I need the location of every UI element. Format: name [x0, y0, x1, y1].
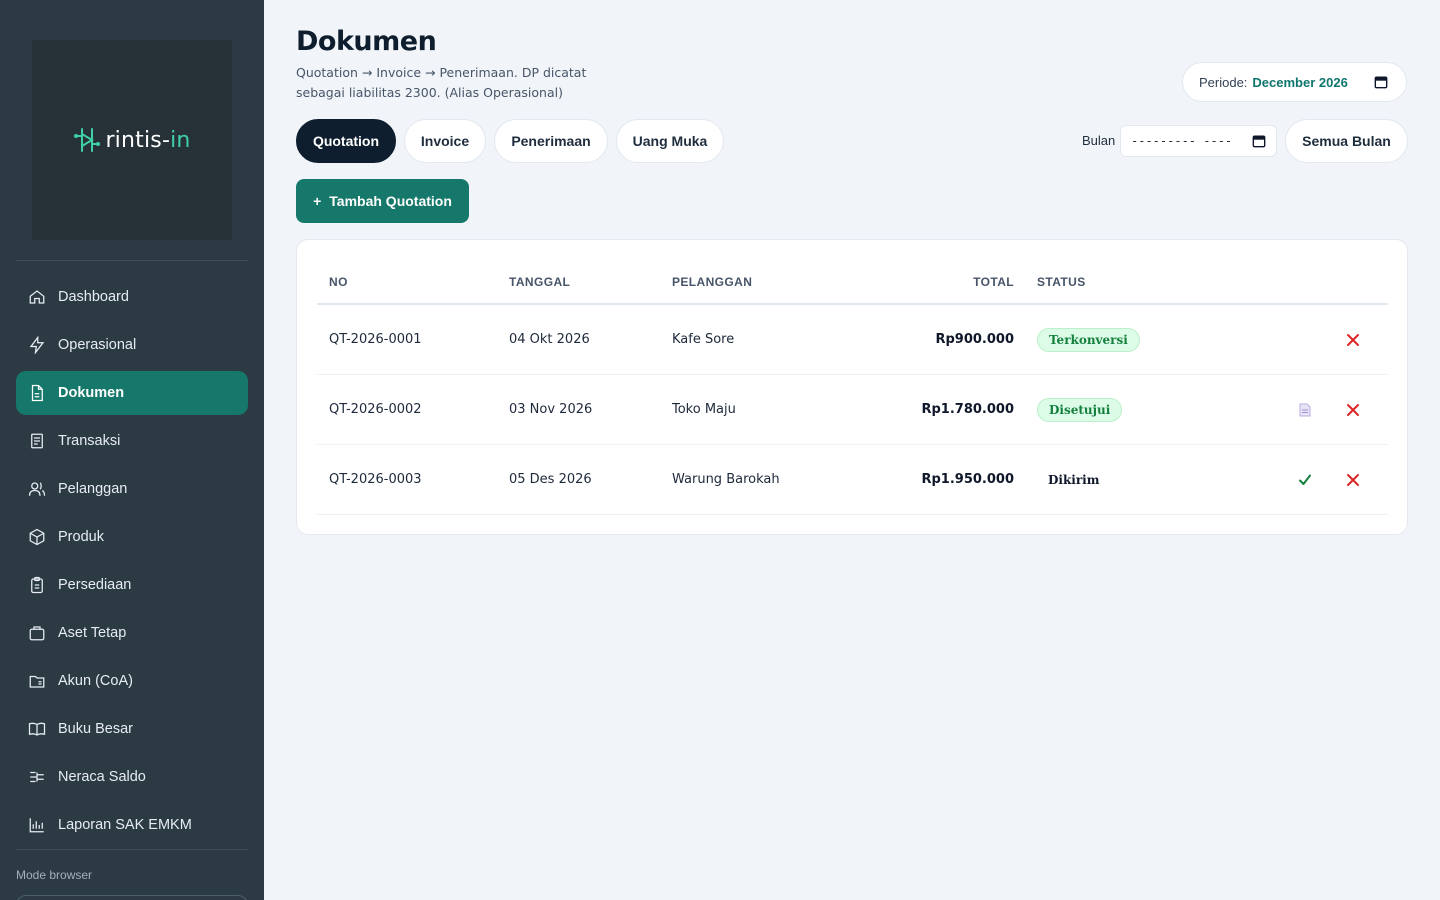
- sidebar-item-label: Neraca Saldo: [58, 769, 146, 785]
- cell-total: Rp1.950.000: [921, 472, 1014, 487]
- periode-value: December 2026: [1252, 74, 1348, 90]
- home-icon: [29, 290, 45, 304]
- folder-icon: [29, 675, 45, 688]
- delete-button[interactable]: [1343, 330, 1363, 350]
- book-icon: [28, 722, 46, 736]
- cell-no: QT-2026-0003: [329, 472, 422, 487]
- sidebar-item-label: Transaksi: [58, 433, 121, 449]
- sidebar-item-dokumen[interactable]: Dokumen: [16, 371, 248, 415]
- sidebar-item-aset-tetap[interactable]: Aset Tetap: [16, 611, 248, 655]
- cell-no: QT-2026-0001: [329, 332, 422, 347]
- table-header: NO TANGGAL PELANGGAN TOTAL STATUS: [317, 260, 1388, 305]
- semua-bulan-button[interactable]: Semua Bulan: [1285, 119, 1408, 163]
- bulan-input[interactable]: --------- ----: [1120, 125, 1277, 157]
- cell-tanggal: 05 Des 2026: [509, 472, 592, 487]
- sidebar-item-label: Buku Besar: [58, 721, 133, 737]
- logo: rintis-in: [32, 40, 232, 240]
- mode-label: Mode browser: [16, 868, 93, 882]
- check-icon: [1299, 474, 1311, 485]
- box-icon: [29, 528, 45, 546]
- calendar-icon[interactable]: [1374, 75, 1388, 89]
- bolt-icon: [29, 336, 45, 354]
- briefcase-icon: [29, 626, 45, 641]
- sidebar-nav: Dashboard Operasional Dokumen Transaksi …: [16, 275, 248, 851]
- status-badge: Dikirim: [1048, 473, 1100, 487]
- sidebar-item-laporan[interactable]: Laporan SAK EMKM: [16, 803, 248, 847]
- sidebar-item-label: Persediaan: [58, 577, 132, 593]
- document-icon: [31, 384, 43, 402]
- document-icon: [1299, 403, 1311, 417]
- tab-quotation[interactable]: Quotation: [296, 119, 396, 163]
- sidebar-item-transaksi[interactable]: Transaksi: [16, 419, 248, 463]
- convert-to-invoice-button[interactable]: [1295, 400, 1315, 420]
- close-icon: [1347, 474, 1359, 486]
- add-quotation-button[interactable]: + Tambah Quotation: [296, 179, 469, 223]
- column-header-no: NO: [329, 275, 348, 289]
- sidebar-item-pelanggan[interactable]: Pelanggan: [16, 467, 248, 511]
- sidebar-item-label: Pelanggan: [58, 481, 128, 497]
- receipt-icon: [31, 433, 43, 449]
- sidebar-item-label: Akun (CoA): [58, 673, 133, 689]
- close-icon: [1347, 334, 1359, 346]
- sidebar: rintis-in Dashboard Operasional Dokumen …: [0, 0, 264, 900]
- tab-uang-muka[interactable]: Uang Muka: [616, 119, 724, 163]
- plus-icon: +: [313, 193, 322, 209]
- sidebar-item-akun[interactable]: Akun (CoA): [16, 659, 248, 703]
- periode-label: Periode:: [1199, 74, 1248, 90]
- sidebar-item-label: Operasional: [58, 337, 137, 353]
- sidebar-item-operasional[interactable]: Operasional: [16, 323, 248, 367]
- sidebar-divider: [16, 260, 248, 261]
- bulan-label: Bulan: [1082, 133, 1116, 148]
- quotation-table: NO TANGGAL PELANGGAN TOTAL STATUS QT-202…: [296, 239, 1408, 535]
- cell-tanggal: 03 Nov 2026: [509, 402, 593, 417]
- page-title: Dokumen: [296, 26, 437, 57]
- add-quotation-label: Tambah Quotation: [329, 193, 452, 209]
- cell-total: Rp1.780.000: [921, 402, 1014, 417]
- column-header-pelanggan: PELANGGAN: [672, 275, 753, 289]
- delete-button[interactable]: [1343, 400, 1363, 420]
- sidebar-item-buku-besar[interactable]: Buku Besar: [16, 707, 248, 751]
- balance-icon: [30, 771, 44, 783]
- chart-icon: [29, 818, 44, 833]
- calendar-icon[interactable]: [1252, 134, 1266, 148]
- table-row: QT-2026-0002 03 Nov 2026 Toko Maju Rp1.7…: [317, 375, 1388, 445]
- table-row: QT-2026-0001 04 Okt 2026 Kafe Sore Rp900…: [317, 305, 1388, 375]
- close-icon: [1347, 404, 1359, 416]
- cell-pelanggan: Warung Barokah: [672, 472, 780, 487]
- cell-pelanggan: Toko Maju: [672, 402, 736, 417]
- bulan-value: --------- ----: [1131, 134, 1233, 148]
- status-badge: Terkonversi: [1037, 328, 1140, 352]
- sidebar-item-label: Aset Tetap: [58, 625, 127, 641]
- approve-button[interactable]: [1295, 470, 1315, 490]
- brand-name: rintis-in: [105, 127, 191, 153]
- column-header-tanggal: TANGGAL: [509, 275, 571, 289]
- table-row: QT-2026-0003 05 Des 2026 Warung Barokah …: [317, 445, 1388, 515]
- sidebar-item-label: Dashboard: [58, 289, 129, 305]
- sidebar-item-persediaan[interactable]: Persediaan: [16, 563, 248, 607]
- cell-no: QT-2026-0002: [329, 402, 422, 417]
- mode-select[interactable]: [16, 895, 248, 900]
- sidebar-item-label: Produk: [58, 529, 104, 545]
- sidebar-item-dashboard[interactable]: Dashboard: [16, 275, 248, 319]
- tab-invoice[interactable]: Invoice: [404, 119, 486, 163]
- logo-mark-icon: [74, 128, 101, 152]
- tab-penerimaan[interactable]: Penerimaan: [494, 119, 608, 163]
- status-badge: Disetujui: [1037, 398, 1123, 422]
- cell-pelanggan: Kafe Sore: [672, 332, 735, 347]
- sidebar-item-neraca-saldo[interactable]: Neraca Saldo: [16, 755, 248, 799]
- sidebar-divider: [16, 849, 248, 850]
- column-header-status: STATUS: [1037, 275, 1086, 289]
- delete-button[interactable]: [1343, 470, 1363, 490]
- sidebar-item-label: Laporan SAK EMKM: [58, 817, 192, 833]
- column-header-total: TOTAL: [973, 275, 1014, 289]
- sidebar-item-label: Dokumen: [58, 385, 125, 401]
- periode-picker[interactable]: Periode: December 2026: [1182, 62, 1407, 102]
- users-icon: [28, 482, 46, 496]
- clipboard-icon: [31, 576, 43, 594]
- page-subtitle: Quotation → Invoice → Penerimaan. DP dic…: [296, 65, 587, 100]
- cell-total: Rp900.000: [935, 332, 1014, 347]
- cell-tanggal: 04 Okt 2026: [509, 332, 590, 347]
- sidebar-item-produk[interactable]: Produk: [16, 515, 248, 559]
